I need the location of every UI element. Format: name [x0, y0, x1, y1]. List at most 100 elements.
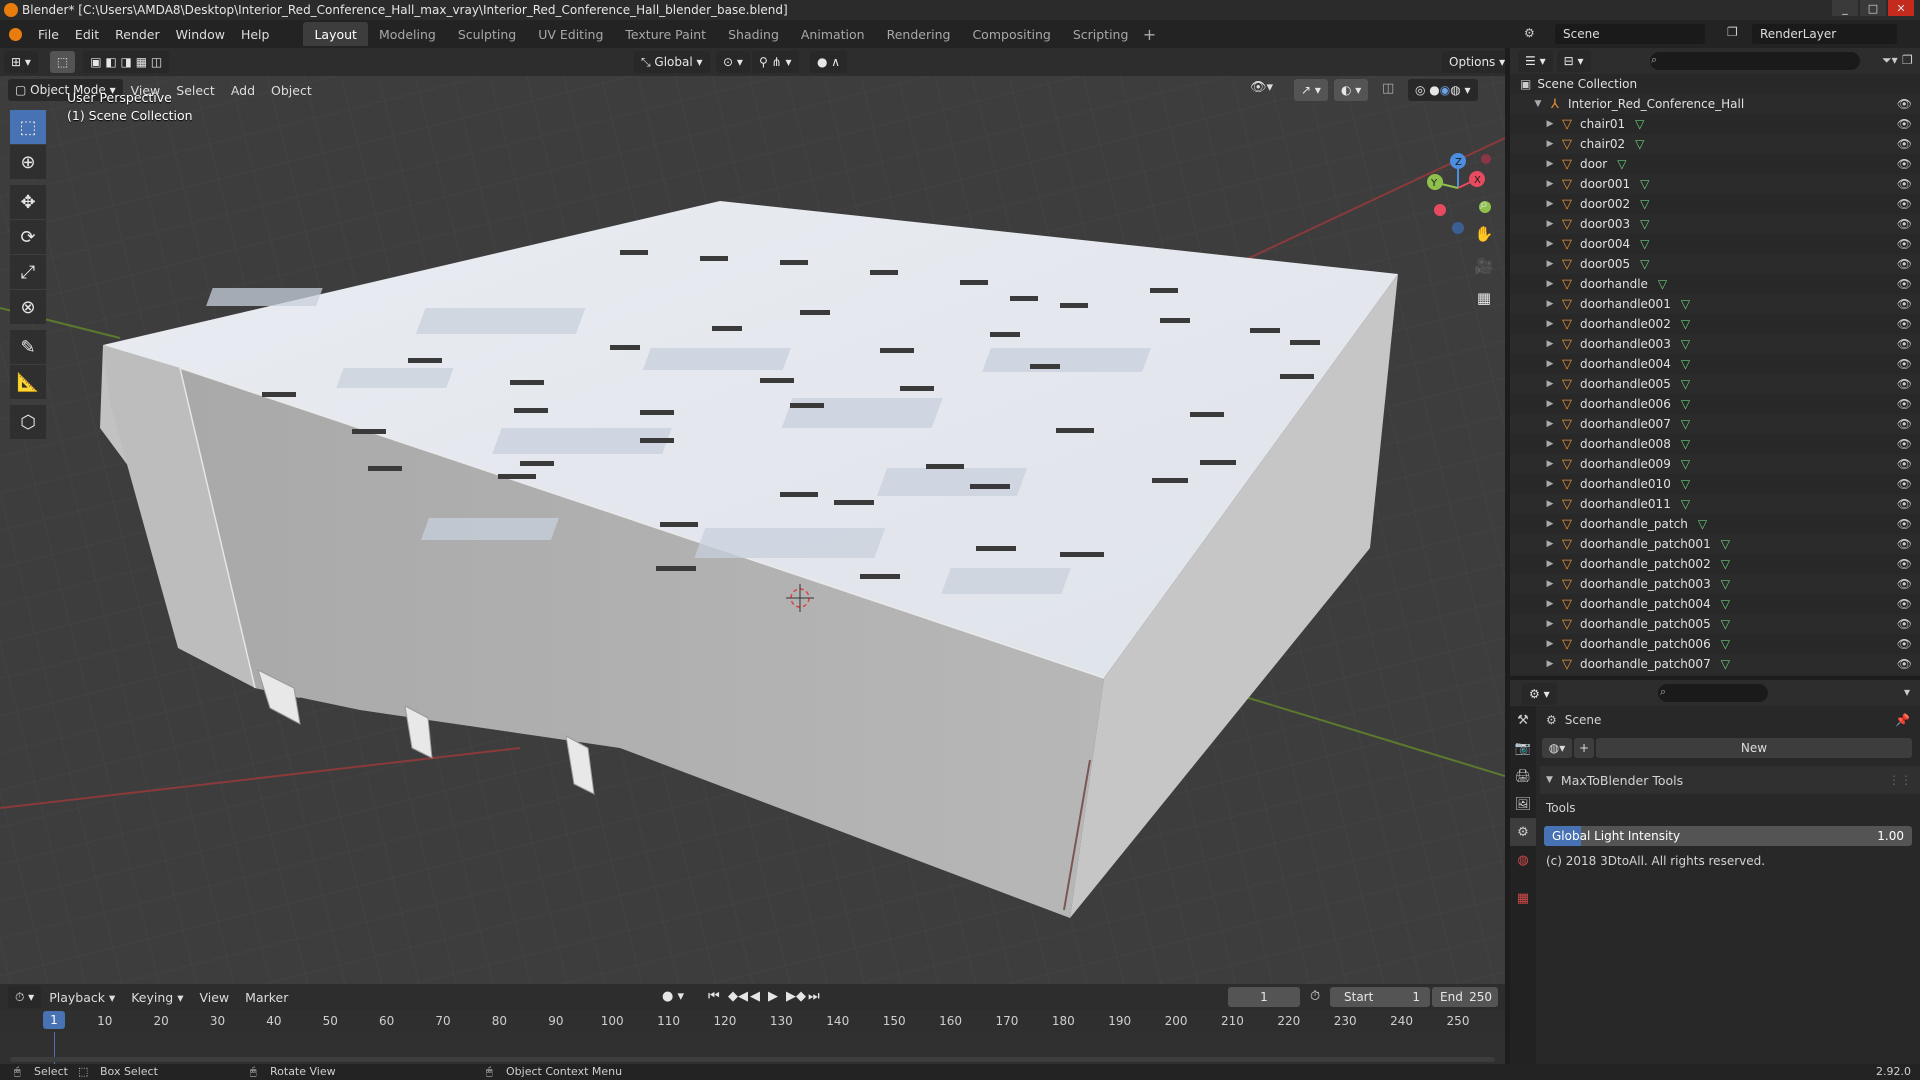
jump-to-end-icon[interactable]: ⏭ — [808, 989, 820, 1004]
scene-tab-icon[interactable]: ⚙ — [1510, 818, 1536, 846]
visibility-eye-icon[interactable]: 👁 — [1897, 517, 1912, 531]
timeline-editor-type[interactable]: ⏱ ▾ — [8, 986, 42, 1008]
transform-tool[interactable]: ⊗ — [10, 290, 46, 324]
expand-arrow-icon[interactable]: ▶ — [1544, 179, 1556, 189]
outliner-item[interactable]: ▶ ▽ doorhandle006 ▽ 👁 — [1510, 394, 1920, 414]
visibility-eye-icon[interactable]: 👁 — [1897, 297, 1912, 311]
outliner-item[interactable]: ▶ ▽ doorhandle003 ▽ 👁 — [1510, 334, 1920, 354]
timeline-menu-keying[interactable]: Keying ▾ — [123, 990, 191, 1005]
expand-arrow-icon[interactable]: ▶ — [1544, 499, 1556, 509]
mesh-data-icon[interactable]: ▽ — [1698, 517, 1707, 531]
expand-arrow-icon[interactable]: ▶ — [1544, 539, 1556, 549]
editor-type-selector[interactable]: ⊞ ▾ — [4, 51, 38, 73]
annotate-tool[interactable]: ✎ — [10, 330, 46, 364]
view-layer-selector[interactable]: RenderLayer — [1752, 24, 1897, 44]
3d-viewport[interactable]: Z X Y ⊞ ▾ ⬚ ▣ ◧ ◨ ▦ ◫ ⤡ Global ▾ ⊙ ▾ ⚲ ⋔… — [0, 48, 1505, 984]
tab-uv-editing[interactable]: UV Editing — [527, 22, 614, 46]
visibility-eye-icon[interactable]: 👁 — [1897, 537, 1912, 551]
pivot-point-dropdown[interactable]: ⊙ ▾ — [716, 51, 750, 73]
outliner-item[interactable]: ▶ ▽ doorhandle008 ▽ 👁 — [1510, 434, 1920, 454]
visibility-eye-icon[interactable]: 👁 — [1897, 577, 1912, 591]
panel-maxtoblender-header[interactable]: ▼ MaxToBlender Tools ⋮⋮ — [1540, 766, 1920, 794]
visibility-eye-icon[interactable]: 👁 — [1897, 197, 1912, 211]
timeline-menu-view[interactable]: View — [191, 990, 237, 1005]
outliner-item[interactable]: ▶ ▽ doorhandle007 ▽ 👁 — [1510, 414, 1920, 434]
menu-select[interactable]: Select — [168, 83, 223, 98]
outliner-item[interactable]: ▶ ▽ doorhandle010 ▽ 👁 — [1510, 474, 1920, 494]
end-frame-field[interactable]: End 250 — [1432, 987, 1498, 1007]
select-box-tool[interactable]: ⬚ — [10, 110, 46, 144]
outliner-collection[interactable]: ▼ ⅄ Interior_Red_Conference_Hall 👁 — [1510, 94, 1920, 114]
expand-arrow-icon[interactable]: ▶ — [1544, 459, 1556, 469]
mesh-data-icon[interactable]: ▽ — [1721, 577, 1730, 591]
visibility-eye-icon[interactable]: 👁 — [1897, 157, 1912, 171]
expand-arrow-icon[interactable]: ▶ — [1544, 579, 1556, 589]
outliner-editor-type[interactable]: ☰ ▾ — [1518, 50, 1553, 72]
visibility-eye-icon[interactable]: 👁 — [1897, 637, 1912, 651]
mesh-data-icon[interactable]: ▽ — [1681, 337, 1690, 351]
expand-arrow-icon[interactable]: ▶ — [1544, 139, 1556, 149]
mesh-data-icon[interactable]: ▽ — [1635, 117, 1644, 131]
visibility-eye-icon[interactable]: 👁 — [1897, 597, 1912, 611]
transform-orientation-dropdown[interactable]: ⤡ Global ▾ — [634, 51, 710, 73]
expand-arrow-icon[interactable]: ▶ — [1544, 639, 1556, 649]
outliner-item[interactable]: ▶ ▽ door001 ▽ 👁 — [1510, 174, 1920, 194]
visibility-eye-icon[interactable]: 👁 — [1897, 117, 1912, 131]
outliner-item[interactable]: ▶ ▽ doorhandle011 ▽ 👁 — [1510, 494, 1920, 514]
scale-tool[interactable]: ⤢ — [10, 255, 46, 289]
cursor-tool[interactable]: ⊕ — [10, 145, 46, 179]
outliner-item[interactable]: ▶ ▽ doorhandle004 ▽ 👁 — [1510, 354, 1920, 374]
outliner-item[interactable]: ▶ ▽ doorhandle_patch002 ▽ 👁 — [1510, 554, 1920, 574]
outliner-item[interactable]: ▶ ▽ doorhandle_patch006 ▽ 👁 — [1510, 634, 1920, 654]
expand-arrow-icon[interactable]: ▶ — [1544, 219, 1556, 229]
tab-shading[interactable]: Shading — [717, 22, 790, 46]
expand-arrow-icon[interactable]: ▼ — [1532, 99, 1544, 109]
visibility-eye-icon[interactable]: 👁 — [1897, 617, 1912, 631]
visibility-eye-icon[interactable]: 👁 — [1897, 237, 1912, 251]
options-dropdown[interactable]: Options ▾ — [1442, 51, 1505, 73]
expand-arrow-icon[interactable]: ▶ — [1544, 419, 1556, 429]
expand-arrow-icon[interactable]: ▶ — [1544, 339, 1556, 349]
outliner-item[interactable]: ▶ ▽ door005 ▽ 👁 — [1510, 254, 1920, 274]
add-cube-tool[interactable]: ⬡ — [10, 405, 46, 439]
menu-help[interactable]: Help — [233, 20, 278, 48]
properties-options-icon[interactable]: ▾ — [1904, 685, 1910, 699]
visibility-eye-icon[interactable]: 👁 — [1897, 557, 1912, 571]
mesh-data-icon[interactable]: ▽ — [1681, 377, 1690, 391]
expand-arrow-icon[interactable]: ▶ — [1544, 159, 1556, 169]
zoom-icon[interactable]: ⌕ — [1470, 190, 1498, 218]
outliner-item[interactable]: ▶ ▽ doorhandle005 ▽ 👁 — [1510, 374, 1920, 394]
mesh-data-icon[interactable]: ▽ — [1640, 217, 1649, 231]
outliner-item[interactable]: ▶ ▽ doorhandle_patch ▽ 👁 — [1510, 514, 1920, 534]
view-layer-tab-icon[interactable]: 🖼 — [1510, 790, 1536, 818]
menu-add[interactable]: Add — [223, 83, 263, 98]
gizmo-toggle[interactable]: ↗ ▾ — [1294, 79, 1328, 101]
outliner-item[interactable]: ▶ ▽ doorhandle ▽ 👁 — [1510, 274, 1920, 294]
filter-icon[interactable]: ⏷▾ — [1882, 53, 1898, 68]
snapping-toggle[interactable]: ⚲ ⋔ ▾ — [752, 51, 799, 73]
expand-arrow-icon[interactable]: ▶ — [1544, 319, 1556, 329]
visibility-eye-icon[interactable]: 👁 — [1897, 477, 1912, 491]
tab-layout[interactable]: Layout — [303, 22, 368, 46]
mesh-data-icon[interactable]: ▽ — [1640, 257, 1649, 271]
timeline-scrollbar[interactable] — [10, 1057, 1495, 1062]
timeline-menu-playback[interactable]: Playback ▾ — [41, 990, 123, 1005]
add-workspace-button[interactable]: + — [1139, 25, 1159, 44]
selection-mode-buttons[interactable]: ▣ ◧ ◨ ▦ ◫ — [83, 51, 170, 73]
visibility-eye-icon[interactable]: 👁 — [1897, 497, 1912, 511]
outliner-item[interactable]: ▶ ▽ doorhandle009 ▽ 👁 — [1510, 454, 1920, 474]
mesh-data-icon[interactable]: ▽ — [1640, 177, 1649, 191]
timeline-ruler[interactable]: 1 10 20 30 40 50 60 70 80 90 100 110 120 130 140 150 16… — [0, 1010, 1505, 1032]
mesh-data-icon[interactable]: ▽ — [1721, 557, 1730, 571]
expand-arrow-icon[interactable]: ▶ — [1544, 479, 1556, 489]
xray-toggle-icon[interactable]: ◫ — [1382, 81, 1394, 96]
visibility-eye-icon[interactable]: 👁 — [1897, 177, 1912, 191]
play-reverse-icon[interactable]: ◀ — [750, 989, 760, 1004]
panel-drag-handle-icon[interactable]: ⋮⋮ — [1888, 773, 1912, 787]
global-light-intensity-slider[interactable]: Global Light Intensity 1.00 — [1544, 826, 1912, 846]
ortho-grid-icon[interactable]: ▦ — [1470, 284, 1498, 312]
expand-arrow-icon[interactable]: ▶ — [1544, 259, 1556, 269]
mesh-data-icon[interactable]: ▽ — [1617, 157, 1626, 171]
expand-arrow-icon[interactable]: ▶ — [1544, 399, 1556, 409]
properties-editor-type[interactable]: ⚙ ▾ — [1522, 683, 1557, 705]
